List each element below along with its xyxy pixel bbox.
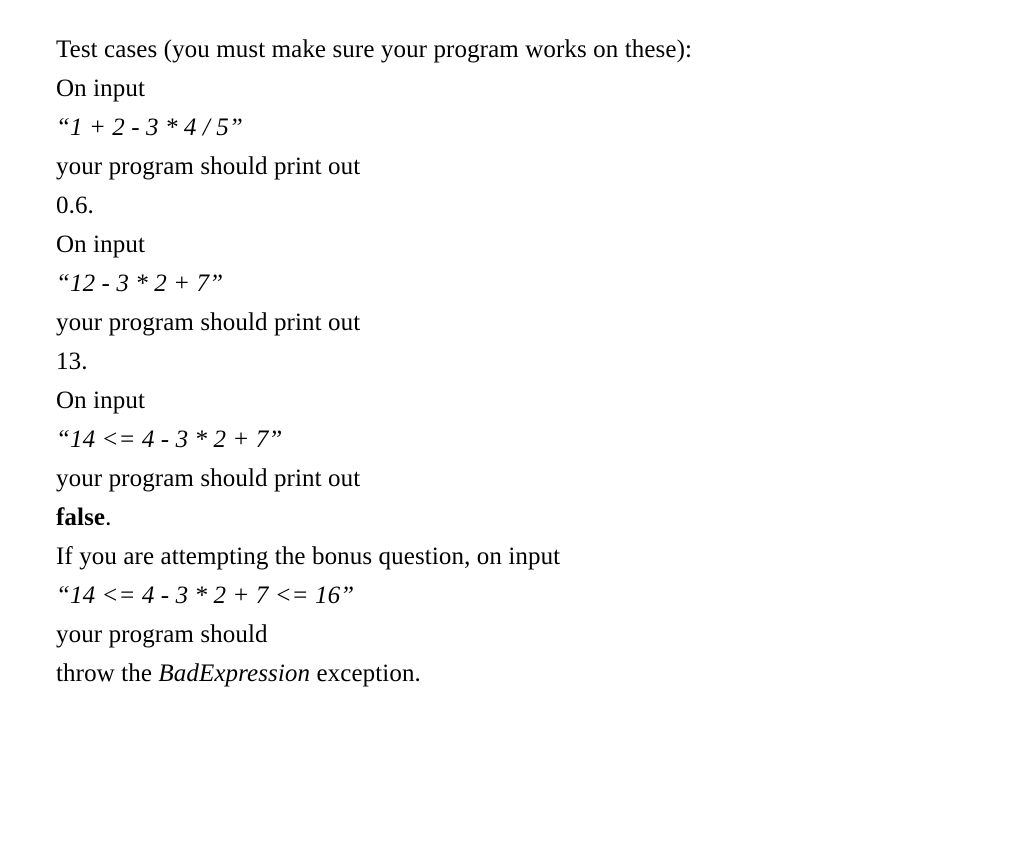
period: . [105, 504, 111, 531]
expected-output-3: false. [56, 498, 968, 537]
should-print-label-3: your program should print out [56, 459, 968, 498]
on-input-label-2: On input [56, 225, 968, 264]
bonus-question-label: If you are attempting the bonus question… [56, 537, 968, 576]
test-input-1: “1 + 2 - 3 * 4 / 5” [56, 108, 968, 147]
should-print-label-1: your program should print out [56, 147, 968, 186]
test-input-4: “14 <= 4 - 3 * 2 + 7 <= 16” [56, 576, 968, 615]
expected-output-1: 0.6. [56, 186, 968, 225]
false-keyword: false [56, 504, 105, 531]
should-print-label-2: your program should print out [56, 303, 968, 342]
test-input-2: “12 - 3 * 2 + 7” [56, 264, 968, 303]
document-page: Test cases (you must make sure your prog… [0, 0, 1024, 723]
on-input-label-3: On input [56, 381, 968, 420]
expected-output-2: 13. [56, 342, 968, 381]
test-cases-heading: Test cases (you must make sure your prog… [56, 30, 968, 69]
on-input-label-1: On input [56, 69, 968, 108]
bad-expression-name: BadExpression [158, 660, 310, 687]
your-program-should: your program should [56, 615, 968, 654]
throw-exception-line: throw the BadExpression exception. [56, 654, 968, 693]
throw-the-text: throw the [56, 660, 158, 687]
exception-text: exception. [310, 660, 421, 687]
test-input-3: “14 <= 4 - 3 * 2 + 7” [56, 420, 968, 459]
